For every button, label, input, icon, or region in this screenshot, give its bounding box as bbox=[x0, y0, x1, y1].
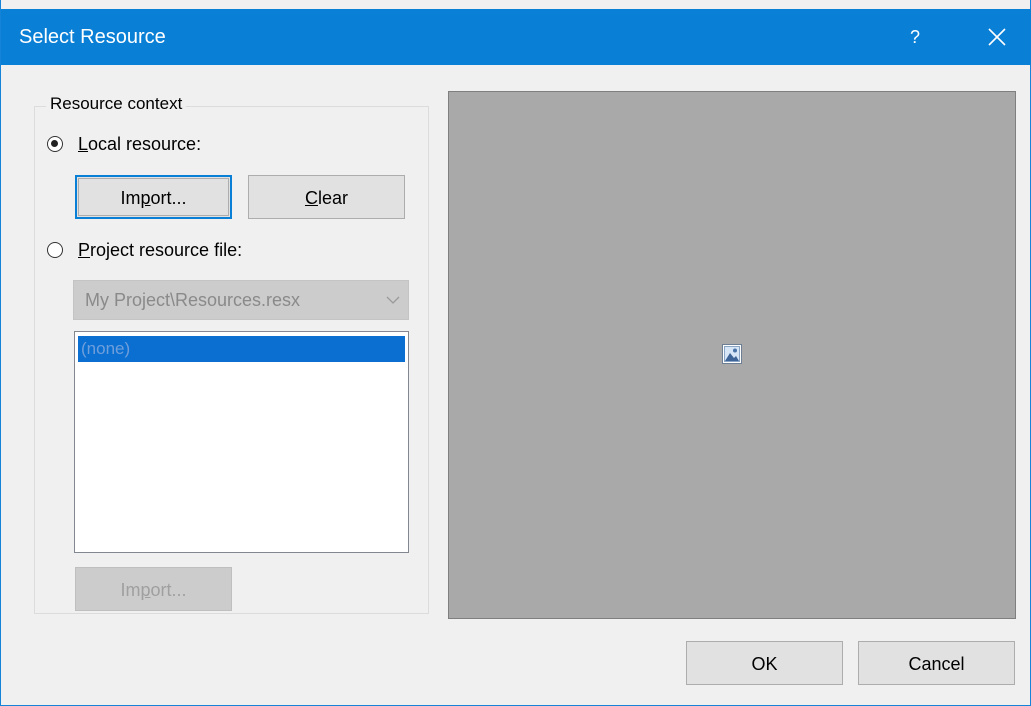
import-button-label: Import... bbox=[120, 188, 187, 208]
ok-button-label: OK bbox=[751, 654, 778, 674]
local-resource-label: Local resource: bbox=[78, 134, 202, 154]
close-icon bbox=[988, 28, 1006, 46]
title-bar[interactable]: Select Resource ? bbox=[1, 9, 1031, 65]
resource-file-combo-value: My Project\Resources.resx bbox=[85, 290, 301, 310]
select-resource-dialog: Select Resource ? Resource context Local… bbox=[0, 0, 1031, 706]
clear-button[interactable]: Clear bbox=[248, 175, 405, 219]
cancel-button-label: Cancel bbox=[908, 654, 965, 674]
resource-file-combo[interactable]: My Project\Resources.resx bbox=[73, 280, 409, 320]
cancel-button[interactable]: Cancel bbox=[858, 641, 1015, 685]
project-resource-label: Project resource file: bbox=[78, 240, 243, 260]
resource-context-legend: Resource context bbox=[46, 94, 187, 114]
close-button[interactable] bbox=[971, 17, 1023, 57]
project-import-button: Import... bbox=[75, 567, 232, 611]
dialog-title: Select Resource bbox=[19, 26, 166, 48]
local-resource-radio[interactable] bbox=[47, 136, 63, 152]
image-placeholder-icon bbox=[722, 344, 742, 364]
help-button[interactable]: ? bbox=[893, 17, 937, 57]
ok-button[interactable]: OK bbox=[686, 641, 843, 685]
project-resource-radio[interactable] bbox=[47, 242, 63, 258]
clear-button-label: Clear bbox=[304, 188, 348, 208]
list-item-none[interactable]: (none) bbox=[78, 336, 405, 362]
project-import-button-label: Import... bbox=[120, 580, 187, 600]
resource-preview bbox=[448, 91, 1016, 619]
import-button[interactable]: Import... bbox=[75, 175, 232, 219]
chevron-down-icon bbox=[386, 296, 400, 304]
local-resource-radio-row[interactable]: Local resource: bbox=[47, 132, 201, 156]
project-resource-radio-row[interactable]: Project resource file: bbox=[47, 238, 242, 262]
resource-list[interactable]: (none) bbox=[74, 331, 409, 553]
